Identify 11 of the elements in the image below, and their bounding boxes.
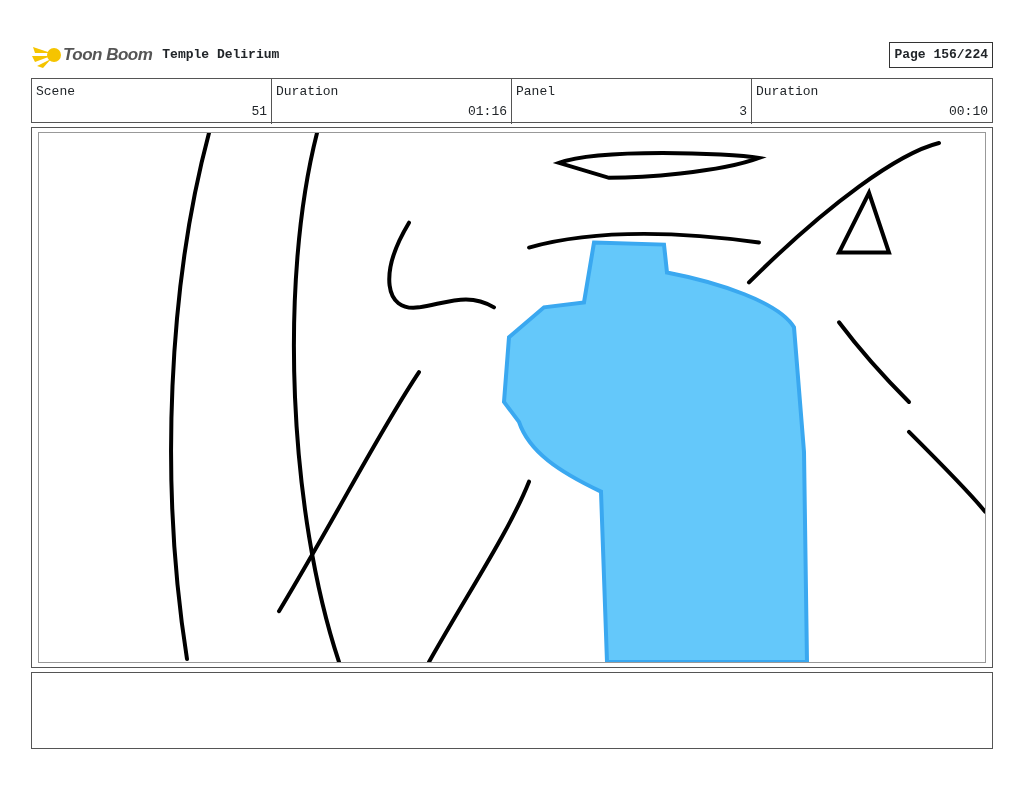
logo-text: Toon Boom <box>63 44 153 67</box>
table-cell-text: 00:10 <box>949 102 988 121</box>
column-header: Panel <box>516 83 555 101</box>
table-cell-text: 51 <box>251 102 267 121</box>
table-cell-text: 3 <box>739 102 747 121</box>
column-header: Scene <box>36 83 75 101</box>
column-header: Duration <box>756 83 819 101</box>
page-number: Page 156/224 <box>889 42 993 68</box>
project-title: Temple Delirium <box>162 46 280 65</box>
column-header: Duration <box>276 83 339 101</box>
table-cell-text: 01:16 <box>468 102 507 121</box>
